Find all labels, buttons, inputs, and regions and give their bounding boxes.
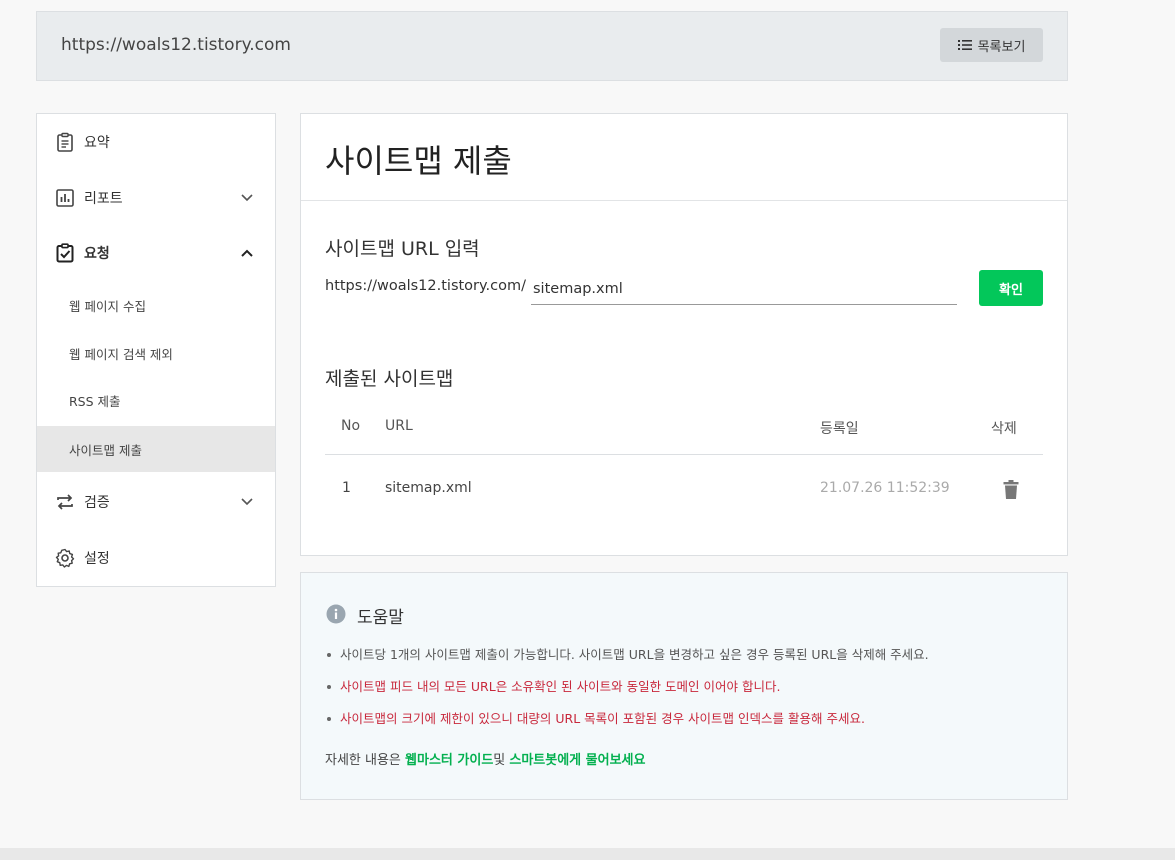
sidebar: 요약 리포트 요청 웹 페이지 수집 웹 페이지 검색 제외 RSS 제출 사이… [36, 113, 276, 587]
row-no: 1 [342, 480, 351, 496]
repeat-arrows-icon [57, 494, 73, 510]
sidebar-item-summary[interactable]: 요약 [37, 118, 275, 166]
sidebar-item-label: 요청 [84, 246, 110, 262]
list-view-button[interactable]: 목록보기 [940, 28, 1043, 62]
clipboard-icon [57, 132, 73, 152]
row-url: sitemap.xml [385, 480, 472, 496]
sitemap-url-input[interactable] [531, 274, 957, 305]
submitted-sitemap-heading: 제출된 사이트맵 [325, 368, 454, 390]
column-header-date: 등록일 [820, 421, 859, 437]
help-box: 도움말 사이트당 1개의 사이트맵 제출이 가능합니다. 사이트맵 URL을 변… [300, 572, 1068, 800]
sidebar-item-verify[interactable]: 검증 [37, 478, 275, 526]
sidebar-subitem-sitemap-submit[interactable]: 사이트맵 제출 [37, 426, 275, 472]
webmaster-guide-link[interactable]: 웹마스터 가이드 [405, 753, 493, 768]
sidebar-subitem-webpage-collect[interactable]: 웹 페이지 수집 [37, 282, 275, 328]
page-title: 사이트맵 제출 [325, 142, 512, 180]
help-footer-mid: 및 [493, 753, 510, 768]
confirm-button[interactable]: 확인 [979, 270, 1043, 306]
chevron-down-icon [241, 194, 253, 202]
chevron-down-icon [241, 498, 253, 506]
sidebar-item-settings[interactable]: 설정 [37, 534, 275, 582]
help-title: 도움말 [357, 608, 404, 628]
sidebar-subitem-label: 사이트맵 제출 [69, 442, 142, 458]
help-item: 사이트당 1개의 사이트맵 제출이 가능합니다. 사이트맵 URL을 변경하고 … [325, 645, 929, 677]
sidebar-item-label: 설정 [84, 551, 110, 567]
gear-icon [55, 548, 75, 568]
sidebar-subitem-label: 웹 페이지 검색 제외 [69, 346, 173, 362]
sidebar-subitem-rss-submit[interactable]: RSS 제출 [37, 377, 275, 423]
column-header-no: No [341, 418, 361, 434]
row-date: 21.07.26 11:52:39 [820, 480, 950, 496]
list-icon [957, 40, 972, 50]
sidebar-item-label: 리포트 [84, 191, 123, 207]
help-list: 사이트당 1개의 사이트맵 제출이 가능합니다. 사이트맵 URL을 변경하고 … [325, 645, 929, 741]
url-input-heading: 사이트맵 URL 입력 [325, 238, 480, 260]
sidebar-item-request[interactable]: 요청 [37, 229, 275, 277]
sidebar-subitem-webpage-exclude[interactable]: 웹 페이지 검색 제외 [37, 330, 275, 376]
help-item-warning: 사이트맵의 크기에 제한이 있으니 대량의 URL 목록이 포함된 경우 사이트… [325, 709, 929, 741]
help-footer-prefix: 자세한 내용은 [325, 753, 406, 768]
help-item-warning: 사이트맵 피드 내의 모든 URL은 소유확인 된 사이트와 동일한 도메인 이… [325, 677, 929, 709]
url-prefix: https://woals12.tistory.com/ [325, 278, 526, 294]
column-header-url: URL [385, 418, 413, 434]
sitemap-panel: 사이트맵 제출 사이트맵 URL 입력 https://woals12.tist… [300, 113, 1068, 556]
list-view-button-label: 목록보기 [977, 39, 1026, 55]
smartbot-link[interactable]: 스마트봇에게 물어보세요 [509, 753, 645, 768]
bar-chart-icon [56, 189, 74, 207]
chevron-up-icon [241, 249, 253, 257]
help-footer: 자세한 내용은 웹마스터 가이드및 스마트봇에게 물어보세요 [325, 749, 645, 768]
clipboard-check-icon [56, 243, 74, 263]
trash-icon[interactable] [1001, 479, 1021, 501]
sidebar-item-report[interactable]: 리포트 [37, 174, 275, 222]
divider [301, 200, 1067, 201]
sidebar-subitem-label: RSS 제출 [69, 393, 121, 409]
site-url: https://woals12.tistory.com [61, 35, 291, 55]
table-divider [325, 454, 1043, 455]
column-header-delete: 삭제 [991, 421, 1017, 437]
sidebar-item-label: 요약 [84, 135, 110, 151]
info-icon [326, 604, 346, 624]
sidebar-subitem-label: 웹 페이지 수집 [69, 298, 146, 314]
sidebar-item-label: 검증 [84, 495, 110, 511]
site-header-bar: https://woals12.tistory.com 목록보기 [36, 11, 1068, 81]
footer-band [0, 848, 1175, 860]
